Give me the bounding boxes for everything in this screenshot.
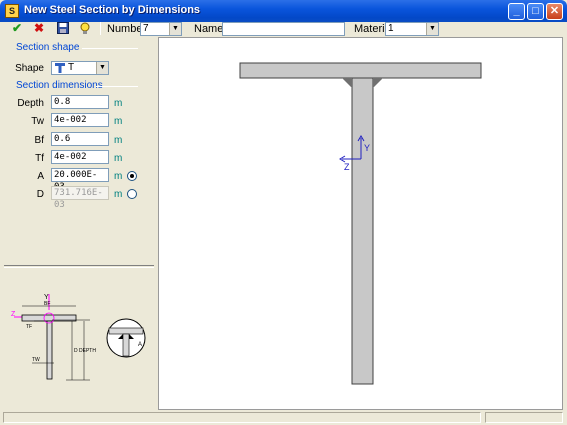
section-shape-group-label: Section shape (16, 42, 80, 53)
diagram-d-depth-label: D DEPTH (74, 348, 96, 354)
chevron-down-icon[interactable]: ▼ (169, 23, 181, 35)
number-value: 7 (143, 23, 149, 34)
tf-input[interactable]: 4e-002 (51, 150, 109, 164)
x-icon[interactable]: ✖ (32, 22, 46, 35)
depth-label: Depth (17, 98, 44, 109)
shape-value: T (68, 62, 75, 73)
diagram-tf-label: TF (26, 324, 32, 330)
tw-input[interactable]: 4e-002 (51, 113, 109, 127)
status-panel-right (485, 412, 563, 423)
bf-label: Bf (34, 135, 44, 146)
left-fillet (342, 78, 352, 88)
flange-shape (239, 62, 482, 79)
diagram-bf-label: BF (44, 301, 50, 307)
t-shape-icon (55, 63, 65, 73)
a-unit: m (114, 171, 123, 182)
diagram-web (46, 320, 53, 380)
check-icon[interactable]: ✔ (10, 22, 24, 35)
bf-unit: m (114, 135, 123, 146)
diagram-z-label: Z (11, 311, 16, 318)
t-section-drawing: Y Z (239, 62, 482, 385)
bf-input[interactable]: 0.6 (51, 132, 109, 146)
chevron-down-icon[interactable]: ▼ (96, 62, 108, 74)
shape-label: Shape (15, 63, 44, 74)
tw-label: Tw (31, 116, 44, 127)
diagram-a-label: A (138, 342, 142, 348)
shape-combo[interactable]: T ▼ (51, 61, 109, 75)
minimize-button[interactable]: _ (508, 3, 525, 20)
toolbar: ✔ ✖ Number 7 ▼ Name Material 1 ▼ (4, 22, 563, 36)
section-dimensions-group-label: Section dimensions (16, 80, 103, 91)
d-input: 731.716E-03 (51, 186, 109, 210)
close-button[interactable]: ✕ (546, 3, 563, 20)
tf-label: Tf (35, 153, 44, 164)
material-value: 1 (388, 23, 394, 34)
section-reference-diagram: Y BF Z TF D DEPTH TW A (11, 294, 146, 381)
a-input[interactable]: 20.000E-03 (51, 168, 109, 192)
title-bar: S New Steel Section by Dimensions _ □ ✕ (0, 0, 567, 22)
depth-unit: m (114, 98, 123, 109)
group-divider (96, 86, 138, 87)
section-preview-canvas[interactable]: Y Z (158, 37, 563, 410)
toolbar-separator (100, 22, 101, 35)
app-icon: S (5, 4, 19, 18)
y-axis-label: Y (364, 143, 370, 153)
number-combo[interactable]: 7 ▼ (140, 22, 182, 36)
status-bar (0, 410, 567, 425)
a-label: A (37, 171, 44, 182)
a-radio[interactable] (127, 171, 137, 181)
z-axis-label: Z (344, 162, 350, 172)
d-radio[interactable] (127, 189, 137, 199)
status-panel-main (3, 412, 481, 423)
d-label: D (36, 189, 44, 200)
tw-unit: m (114, 116, 123, 127)
maximize-button[interactable]: □ (527, 3, 544, 20)
right-fillet (373, 78, 383, 88)
web-shape (351, 77, 374, 385)
name-label: Name (194, 23, 224, 35)
diagram-y-label: Y (44, 294, 49, 301)
floppy-icon[interactable] (56, 22, 70, 35)
panel-divider (4, 265, 154, 268)
diagram-tw-label: TW (32, 357, 40, 363)
d-unit: m (114, 189, 123, 200)
chevron-down-icon[interactable]: ▼ (426, 23, 438, 35)
tf-unit: m (114, 153, 123, 164)
group-divider (82, 48, 138, 49)
window-title: New Steel Section by Dimensions (24, 4, 201, 16)
material-combo[interactable]: 1 ▼ (385, 22, 439, 36)
lightbulb-icon[interactable] (78, 22, 92, 35)
radio-dot (130, 174, 134, 178)
name-input[interactable] (222, 22, 345, 36)
depth-input[interactable]: 0.8 (51, 95, 109, 109)
